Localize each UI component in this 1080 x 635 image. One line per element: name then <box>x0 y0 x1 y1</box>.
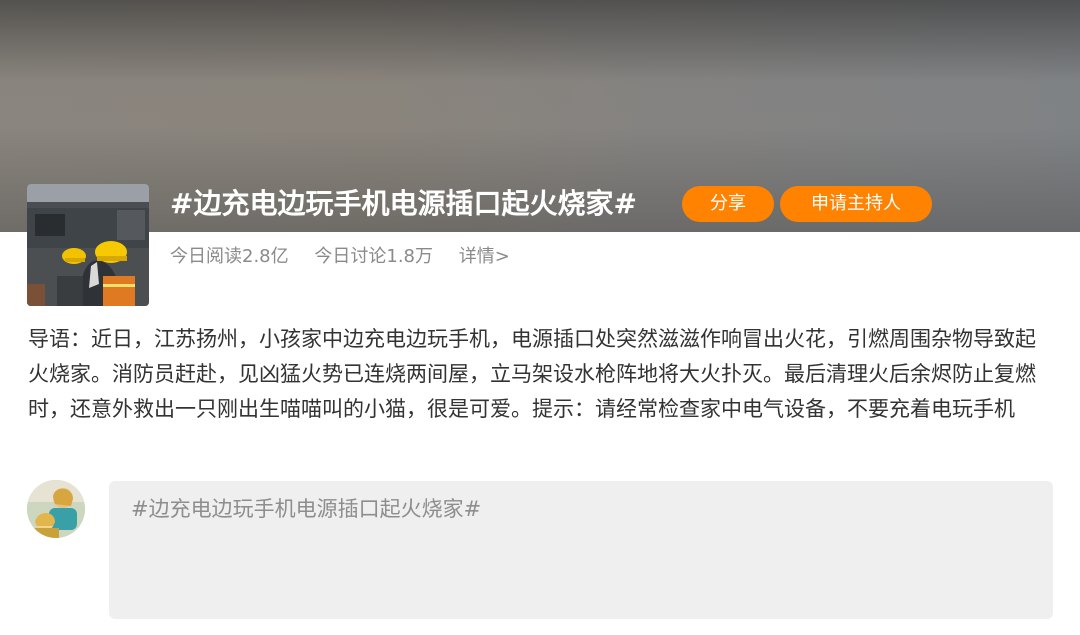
comment-composer[interactable]: #边充电边玩手机电源插口起火烧家# <box>109 481 1053 619</box>
details-link[interactable]: 详情> <box>459 246 510 267</box>
read-count: 今日阅读2.8亿 <box>170 246 289 267</box>
discussion-count: 今日讨论1.8万 <box>314 246 434 267</box>
topic-title: #边充电边玩手机电源插口起火烧家# <box>170 187 637 220</box>
composer-text: #边充电边玩手机电源插口起火烧家# <box>131 497 482 521</box>
share-button[interactable]: 分享 <box>682 186 774 222</box>
firefighter-image <box>27 184 149 306</box>
avatar[interactable] <box>27 480 85 538</box>
topic-intro: 导语：近日，江苏扬州，小孩家中边充电边玩手机，电源插口处突然滋滋作响冒出火花，引… <box>28 327 1036 421</box>
user-avatar-image <box>27 480 85 538</box>
topic-thumbnail[interactable] <box>27 184 149 306</box>
topic-stats: 今日阅读2.8亿 今日讨论1.8万 详情> <box>170 244 530 270</box>
apply-host-button[interactable]: 申请主持人 <box>780 186 932 222</box>
